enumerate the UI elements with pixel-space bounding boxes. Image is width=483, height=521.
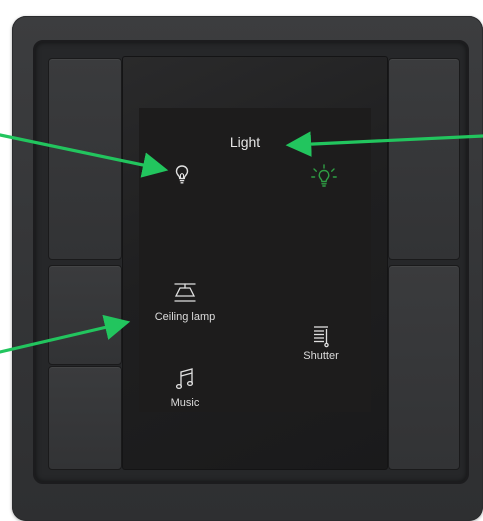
music-note-icon[interactable] (175, 367, 195, 396)
rocker-middle-left[interactable] (48, 265, 122, 365)
rocker-lower-left[interactable] (48, 366, 122, 470)
rocker-lower-right[interactable] (388, 265, 460, 470)
touch-display[interactable] (139, 108, 371, 412)
rocker-upper-left[interactable] (48, 58, 122, 260)
bulb-lit-icon[interactable] (311, 164, 337, 197)
ceiling-lamp-label: Ceiling lamp (154, 311, 216, 323)
shutter-label: Shutter (303, 350, 339, 362)
ceiling-lamp-icon[interactable] (172, 282, 198, 309)
bulb-outline-icon[interactable] (174, 164, 190, 191)
rocker-upper-right[interactable] (388, 58, 460, 260)
screen-title: Light (229, 134, 261, 150)
music-label: Music (170, 397, 200, 409)
